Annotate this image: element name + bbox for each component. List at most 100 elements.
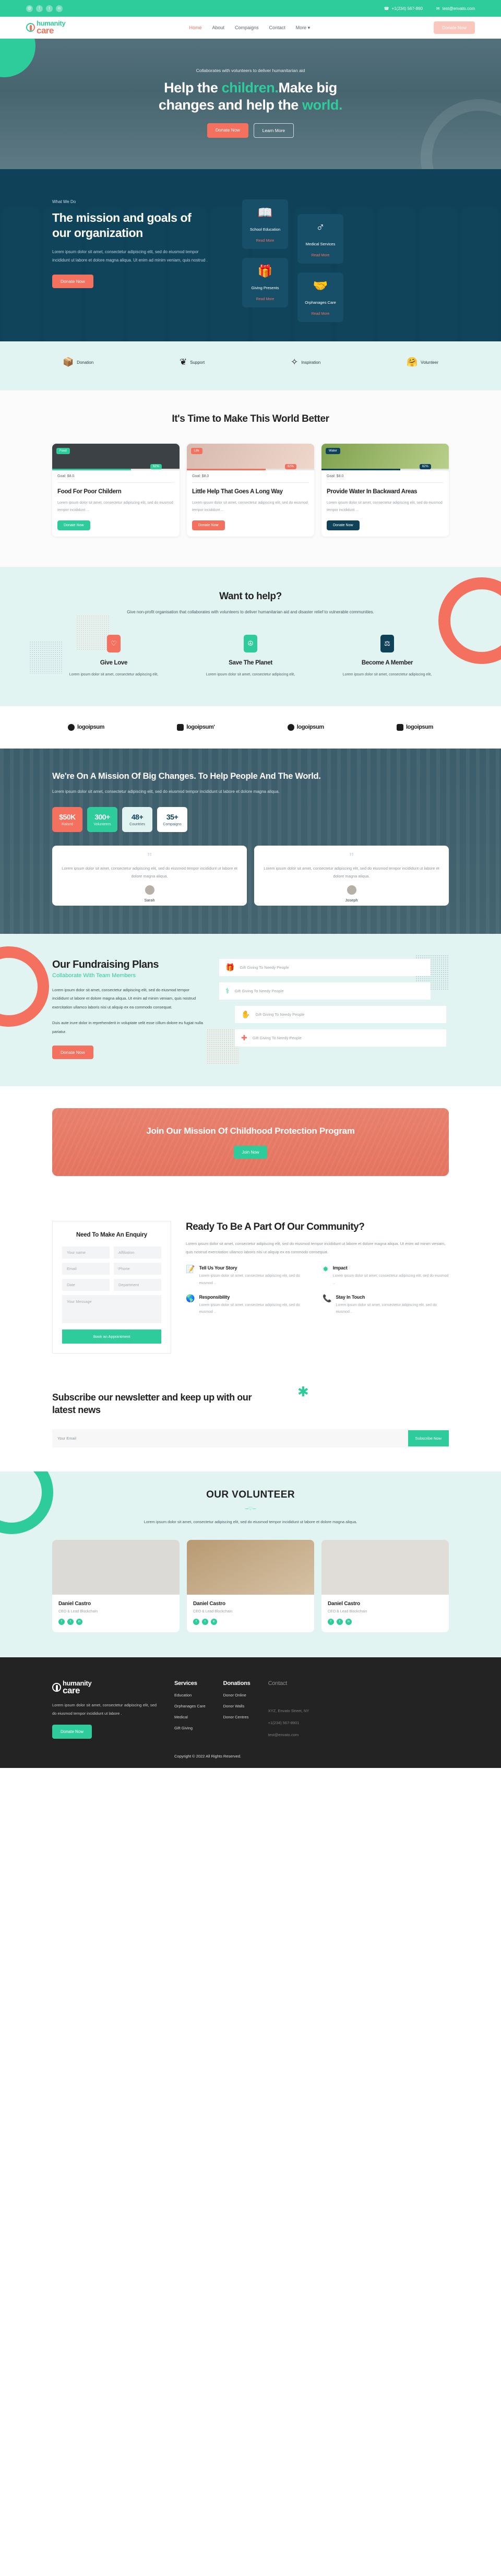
- service-card-school-education[interactable]: 📖 School Education Read More: [242, 199, 288, 249]
- strip-item-inspiration[interactable]: ✧ Inspiration: [291, 357, 320, 367]
- quote-icon: ”: [147, 851, 152, 863]
- footer-link-orphanages-care[interactable]: Orphanages Care: [174, 1704, 206, 1708]
- nav-item-more[interactable]: More ▾: [296, 25, 311, 31]
- help-card-give-love[interactable]: ♡ Give Love Lorem ipsum dolor sit amet, …: [52, 635, 175, 679]
- footer-logo[interactable]: humanity care: [52, 1680, 157, 1695]
- hero-title-highlight2: world.: [302, 97, 343, 113]
- mission-donate-button[interactable]: Donate Now: [52, 275, 93, 289]
- twitter-icon[interactable]: t: [67, 1619, 74, 1625]
- stats-section: We're On A Mission Of Big Changes. To He…: [0, 748, 501, 934]
- campaign-card[interactable]: Water 62% Goal: $8.0 Provide Water In Ba…: [321, 444, 449, 537]
- message-textarea[interactable]: Your Message: [62, 1295, 161, 1324]
- footer-logo-text-2: care: [63, 1685, 80, 1696]
- campaign-donate-button[interactable]: Donate Now: [57, 520, 90, 531]
- affiliation-input[interactable]: Affiliation: [114, 1247, 161, 1259]
- top-bar: @ f t in ☎ +1(234) 567-890 ✉ test@envato…: [0, 0, 501, 17]
- inspiration-icon: ✧: [291, 357, 299, 367]
- footer-phone[interactable]: +1(234) 567-8901: [268, 1720, 309, 1725]
- fundraising-donate-button[interactable]: Donate Now: [52, 1046, 93, 1060]
- facebook-icon[interactable]: f: [58, 1619, 65, 1625]
- campaign-donate-button[interactable]: Donate Now: [192, 520, 225, 531]
- linkedin-icon[interactable]: in: [76, 1619, 82, 1625]
- date-input[interactable]: Date: [62, 1279, 110, 1291]
- strip-item-volunteer[interactable]: 🤗 Volunteer: [407, 357, 438, 367]
- service-read-more[interactable]: Read More: [301, 312, 340, 316]
- service-read-more[interactable]: Read More: [245, 239, 285, 243]
- help-card-become-a-member[interactable]: ⚖ Become A Member Lorem ipsum dolor sit …: [326, 635, 449, 679]
- service-read-more[interactable]: Read More: [301, 254, 340, 257]
- nav-item-compaigns[interactable]: Compaigns: [235, 25, 259, 31]
- footer-donate-button[interactable]: Donate Now: [52, 1725, 92, 1739]
- strip-label: Support: [190, 360, 205, 365]
- volunteers-title: OUR VOLUNTEER: [206, 1489, 295, 1500]
- site-logo[interactable]: humanity care: [26, 20, 66, 35]
- fundraising-row-text: Gift Giving To Needy People: [255, 1012, 305, 1017]
- fundraising-row-text: Gift Giving To Needy People: [234, 988, 284, 993]
- nav-item-home[interactable]: Home: [189, 25, 201, 31]
- linkedin-icon[interactable]: in: [345, 1619, 352, 1625]
- facebook-icon[interactable]: f: [36, 5, 43, 12]
- campaign-donate-button[interactable]: Donate Now: [327, 520, 360, 531]
- linkedin-icon[interactable]: in: [56, 5, 63, 12]
- fundraising-row[interactable]: ✚ Gift Giving To Needy People: [235, 1029, 446, 1047]
- fundraising-row[interactable]: ✋ Gift Giving To Needy People: [235, 1005, 446, 1023]
- volunteer-card[interactable]: Daniel Castro CEO & Lead Blockchain f t …: [187, 1540, 314, 1633]
- fundraising-row[interactable]: ⚕ Gift Giving To Needy People: [219, 982, 431, 1000]
- nav-item-about[interactable]: About: [212, 25, 224, 31]
- name-input[interactable]: Your name: [62, 1247, 110, 1259]
- subscribe-button[interactable]: Subscribe Now: [408, 1430, 449, 1446]
- email-input[interactable]: Email: [62, 1263, 110, 1275]
- campaign-card[interactable]: Food 62% Goal: $8.0 Food For Poor Childe…: [52, 444, 180, 537]
- footer-email[interactable]: test@envato.com: [268, 1732, 309, 1737]
- footer-link-gift-giving[interactable]: Gift Giving: [174, 1726, 206, 1730]
- campaign-progress: 62%: [187, 464, 314, 470]
- volunteers-section: OUR VOLUNTEER ─♡─ Lorem ipsum dolor sit …: [0, 1471, 501, 1658]
- volunteer-card[interactable]: Daniel Castro CEO & Lead Blockchain f t …: [52, 1540, 180, 1633]
- feature-text: Lorem ipsum dolor sit amet, consectetur …: [336, 1303, 437, 1314]
- nav-donate-button[interactable]: Donate Now: [434, 21, 475, 34]
- hero-learn-more-button[interactable]: Learn More: [253, 123, 294, 138]
- twitter-icon[interactable]: t: [337, 1619, 343, 1625]
- book-icon: 📖: [257, 206, 273, 219]
- footer-link-medical[interactable]: Medical: [174, 1715, 206, 1719]
- testimonial-text: Lorem ipsum dolor sit amet, consectetur …: [62, 865, 237, 879]
- topbar-email[interactable]: ✉ test@envato.com: [436, 6, 475, 11]
- campaign-text: Lorem ipsum dolor sit amet, consectetur …: [57, 501, 173, 513]
- service-card-medical-services[interactable]: ♂ Medical Services Read More: [297, 214, 343, 264]
- enquiry-form-title: Need To Make An Enquiry: [76, 1232, 147, 1239]
- service-read-more[interactable]: Read More: [245, 298, 285, 301]
- service-card-giving-presents[interactable]: 🎁 Giving Presents Read More: [242, 258, 288, 307]
- volunteer-role: CEO & Lead Blockchain: [193, 1610, 233, 1614]
- footer-link-donor-centres[interactable]: Donor Centres: [223, 1715, 250, 1719]
- fundraising-section: Our Fundraising Plans Collaborate With T…: [0, 933, 501, 1087]
- instagram-icon[interactable]: @: [26, 5, 33, 12]
- linkedin-icon[interactable]: in: [211, 1619, 217, 1625]
- help-card-save-the-planet[interactable]: ☮ Save The Planet Lorem ipsum dolor sit …: [189, 635, 312, 679]
- service-card-orphanages-care[interactable]: 🤝 Orphanages Care Read More: [297, 272, 343, 322]
- cta-title: Join Our Mission Of Childhood Protection…: [146, 1126, 355, 1136]
- facebook-icon[interactable]: f: [193, 1619, 199, 1625]
- support-heart-icon: ❦: [179, 357, 187, 367]
- campaign-card[interactable]: Life 62% Goal: $8.0 Little Help That Goe…: [187, 444, 314, 537]
- nav-item-contact[interactable]: Contact: [269, 25, 285, 31]
- decorative-dots-coral: [207, 1029, 239, 1065]
- topbar-phone[interactable]: ☎ +1(234) 567-890: [384, 6, 423, 11]
- fundraising-row[interactable]: 🎁 Gift Giving To Needy People: [219, 958, 431, 976]
- facebook-icon[interactable]: f: [328, 1619, 334, 1625]
- hero-donate-button[interactable]: Donate Now: [207, 123, 248, 138]
- strip-item-donation[interactable]: 📦 Donation: [63, 357, 93, 367]
- footer-link-education[interactable]: Education: [174, 1693, 206, 1697]
- twitter-icon[interactable]: t: [46, 5, 53, 12]
- footer-link-donor-online[interactable]: Donor Online: [223, 1693, 250, 1697]
- footer-link-donor-walls[interactable]: Donor Walls: [223, 1704, 250, 1708]
- social-links[interactable]: @ f t in: [26, 5, 63, 12]
- twitter-icon[interactable]: t: [202, 1619, 208, 1625]
- department-input[interactable]: Department: [114, 1279, 161, 1291]
- phone-input[interactable]: Phone: [114, 1263, 161, 1275]
- strip-item-support[interactable]: ❦ Support: [180, 357, 205, 367]
- newsletter-email-input[interactable]: Your Email: [57, 1436, 76, 1441]
- cta-join-button[interactable]: Join Now: [233, 1146, 268, 1159]
- book-appointment-button[interactable]: Book an Appointment: [62, 1329, 161, 1344]
- volunteer-card[interactable]: Daniel Castro CEO & Lead Blockchain f t …: [321, 1540, 449, 1633]
- site-footer: humanity care Lorem ipsum dolor sit amet…: [0, 1657, 501, 1768]
